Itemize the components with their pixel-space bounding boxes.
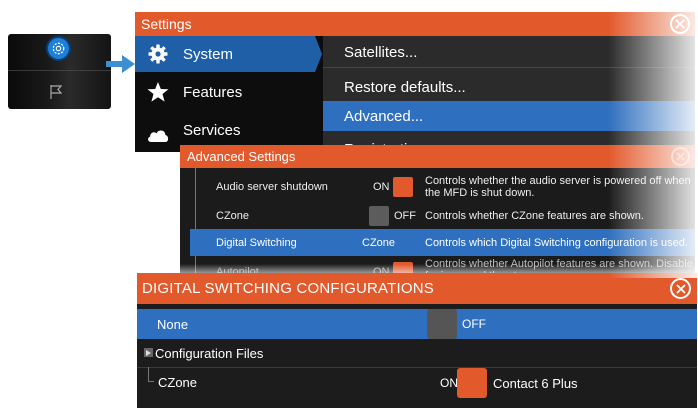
row-label: CZone [158,374,198,390]
row-value: CZone [362,236,396,249]
digital-titlebar: DIGITAL SWITCHING CONFIGURATIONS [137,273,697,304]
close-icon [676,152,685,161]
cloud-icon [145,124,171,146]
toggle-switch[interactable] [369,206,389,226]
settings-options: Satellites... Restore defaults... Advanc… [323,36,695,152]
option-label: Advanced... [344,107,424,125]
option-label: Restore defaults... [344,78,466,96]
settings-dialog: Settings System Features Services Satell… [135,12,695,152]
advanced-title: Advanced Settings [187,149,296,164]
pointer-arrow-icon [106,53,136,80]
advanced-titlebar: Advanced Settings [180,145,695,168]
nav-label-features: Features [183,83,243,101]
toggle-switch[interactable] [393,177,413,197]
settings-titlebar: Settings [135,12,695,36]
nav-label-system: System [183,45,234,63]
option-advanced[interactable]: Advanced... [323,101,695,131]
digital-switching-dialog: DIGITAL SWITCHING CONFIGURATIONS None OF… [137,273,697,408]
toggle-state: ON [373,181,390,193]
config-detail: Contact 6 Plus [493,375,578,391]
settings-close-button[interactable] [670,14,690,34]
advanced-settings-dialog: Advanced Settings Audio server shutdown … [180,145,695,278]
expand-icon[interactable] [144,348,153,357]
advanced-close-button[interactable] [671,147,690,166]
row-label: Audio server shutdown [216,181,328,193]
divider [323,67,695,68]
nav-label-services: Services [183,122,241,139]
row-label: None [157,316,189,332]
close-icon [675,283,686,294]
digital-close-button[interactable] [670,278,691,299]
option-satellites[interactable]: Satellites... [323,39,695,65]
settings-gear-icon[interactable] [48,38,69,59]
option-label: Satellites... [344,43,418,61]
thumbnail-divider [8,70,111,71]
digital-title: DIGITAL SWITCHING CONFIGURATIONS [142,280,434,297]
adv-row-czone[interactable]: CZone OFF Controls whether CZone feature… [180,202,695,230]
toggle-switch[interactable] [427,309,457,339]
row-description: Controls whether the audio server is pow… [425,175,691,199]
row-label: Configuration Files [155,345,264,361]
config-row-files[interactable]: Configuration Files [137,339,697,367]
config-row-none[interactable]: None [137,309,697,339]
adv-row-digital-switching[interactable]: Digital Switching CZone Controls which D… [190,229,695,256]
toggle-state: ON [440,376,458,390]
row-description: Controls whether CZone features are show… [425,210,644,222]
nav-item-features[interactable]: Features [135,74,322,110]
close-icon [675,19,685,29]
row-label: Digital Switching [216,236,297,249]
nav-item-system[interactable]: System [135,36,322,72]
toggle-state: OFF [394,210,416,222]
option-restore-defaults[interactable]: Restore defaults... [323,74,695,100]
toggle-switch[interactable] [457,368,487,398]
adv-row-audio-server[interactable]: Audio server shutdown ON Controls whethe… [180,170,695,204]
star-icon [145,81,171,103]
settings-nav: System Features Services [135,36,322,152]
row-description: Controls which Digital Switching configu… [425,236,688,249]
gear-icon [145,43,171,65]
toggle-state: OFF [462,317,486,331]
settings-title: Settings [141,16,192,32]
row-label: CZone [216,210,250,222]
home-thumbnail [8,34,111,109]
config-row-czone[interactable]: CZone [137,368,697,396]
flag-icon[interactable] [48,84,64,105]
